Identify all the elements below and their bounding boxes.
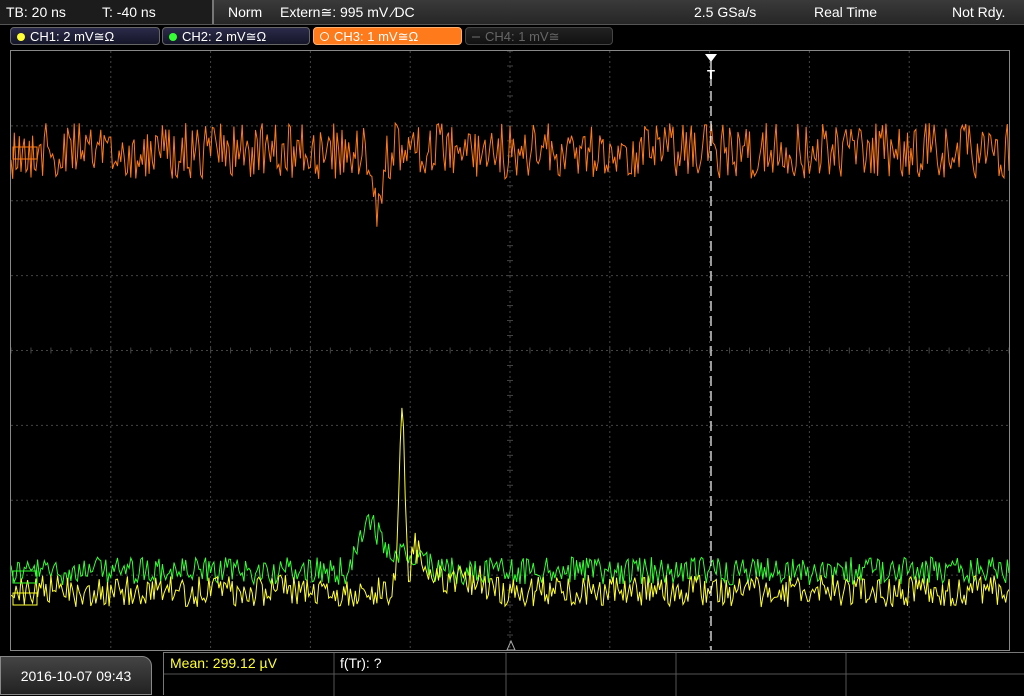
trigger-mode-label[interactable]: Norm <box>228 0 262 24</box>
channel-1-label: CH1: 2 mV≅Ω <box>30 29 115 44</box>
trigger-marker-label: T <box>707 67 715 82</box>
datetime-label: 2016-10-07 09:43 <box>20 668 132 684</box>
measurement-table-grid <box>164 653 1024 696</box>
acquisition-mode-label: Real Time <box>814 4 878 20</box>
channel-2-trace <box>11 513 1009 586</box>
channel-bar: CH1: 2 mV≅Ω CH2: 2 mV≅Ω CH3: 1 mV≅Ω CH4:… <box>0 25 1024 47</box>
channel-4-button[interactable]: CH4: 1 mV≅ <box>465 27 613 45</box>
timebase-label[interactable]: TB: 20 ns <box>6 0 66 24</box>
trigger-source-label[interactable]: Extern≅: 995 mV ⁄DC <box>280 0 415 24</box>
acquisition-status-label: Not Rdy. <box>952 4 1006 20</box>
waveform-display[interactable]: T <box>10 50 1010 651</box>
time-reference-icon <box>506 639 516 650</box>
graticule <box>11 51 1009 650</box>
channel-3-button[interactable]: CH3: 1 mV≅Ω <box>313 27 462 45</box>
channel-1-color-icon <box>17 32 25 41</box>
channel-3-label: CH3: 1 mV≅Ω <box>334 29 419 44</box>
channel-4-label: CH4: 1 mV≅ <box>485 29 560 44</box>
mean-measurement[interactable]: Mean: 299.12 µV <box>170 655 277 671</box>
channel-4-color-icon <box>472 35 480 38</box>
channel-2-label: CH2: 2 mV≅Ω <box>182 29 267 44</box>
channel-2-button[interactable]: CH2: 2 mV≅Ω <box>162 27 310 45</box>
trigger-offset-label[interactable]: T: -40 ns <box>102 0 156 24</box>
datetime-panel: 2016-10-07 09:43 <box>0 656 152 695</box>
channel-2-color-icon <box>169 32 177 41</box>
waveform-svg: T <box>11 51 1009 650</box>
channel-1-button[interactable]: CH1: 2 mV≅Ω <box>10 27 160 45</box>
sample-rate-label: 2.5 GSa/s <box>694 4 757 20</box>
measurement-panel: Mean: 299.12 µV f(Tr): ? <box>163 652 1024 696</box>
status-bar: TB: 20 ns T: -40 ns Norm Extern≅: 995 mV… <box>0 0 1024 25</box>
channel-3-color-icon <box>320 32 329 42</box>
trigger-position-icon[interactable] <box>705 54 717 62</box>
trigger-frequency-measurement[interactable]: f(Tr): ? <box>340 655 381 671</box>
